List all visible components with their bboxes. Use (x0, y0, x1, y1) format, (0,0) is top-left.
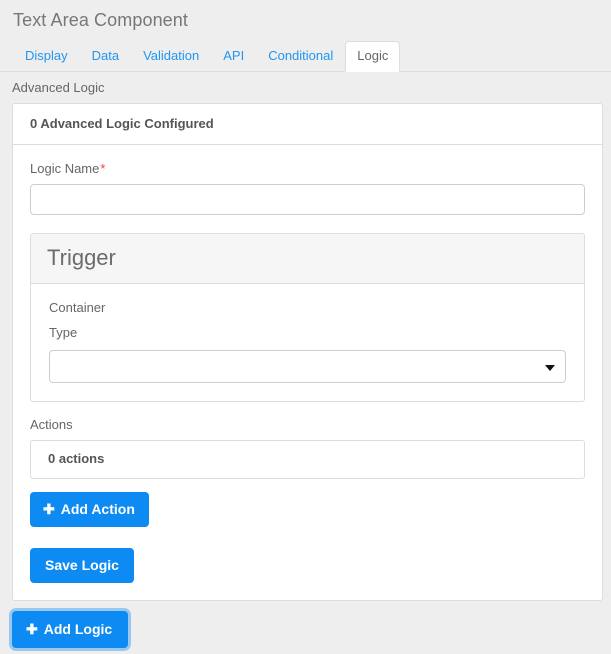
page-title: Text Area Component (13, 10, 189, 30)
trigger-type-label-group: Container Type (49, 300, 566, 341)
actions-count-box: 0 actions (30, 440, 585, 479)
add-action-button-label: Add Action (60, 501, 135, 517)
actions-label: Actions (30, 417, 73, 432)
trigger-panel-body: Container Type (31, 284, 584, 401)
add-action-button[interactable]: ✚ Add Action (30, 492, 149, 527)
tab-api[interactable]: API (211, 41, 256, 72)
add-logic-button-label: Add Logic (43, 621, 113, 637)
component-settings-page: Text Area Component Display Data Validat… (0, 0, 611, 654)
add-logic-button[interactable]: ✚ Add Logic (12, 611, 129, 648)
trigger-type-select-wrap (49, 350, 566, 383)
logic-name-input[interactable] (30, 184, 585, 215)
tab-data[interactable]: Data (80, 41, 131, 72)
logic-name-label-text: Logic Name (30, 161, 100, 176)
logic-name-label: Logic Name* (30, 161, 585, 177)
trigger-panel-title: Trigger (47, 245, 116, 270)
required-asterisk: * (100, 161, 106, 176)
advanced-logic-card-body: Logic Name* Trigger Container Type Actio… (13, 145, 602, 600)
plus-icon: ✚ (43, 501, 55, 517)
add-logic-row: ✚ Add Logic (0, 601, 611, 648)
advanced-logic-card-header: 0 Advanced Logic Configured (13, 104, 602, 145)
plus-icon: ✚ (26, 621, 38, 637)
advanced-logic-card: 0 Advanced Logic Configured Logic Name* … (12, 103, 603, 601)
trigger-type-label: Type (49, 325, 78, 340)
trigger-panel-header: Trigger (31, 234, 584, 284)
settings-tabs: Display Data Validation API Conditional … (0, 41, 611, 72)
save-logic-button[interactable]: Save Logic (30, 548, 134, 583)
trigger-container-label: Container (49, 300, 106, 315)
advanced-logic-section-label: Advanced Logic (12, 80, 105, 95)
tab-logic[interactable]: Logic (345, 41, 401, 72)
trigger-panel: Trigger Container Type (30, 233, 585, 402)
save-logic-button-label: Save Logic (45, 557, 119, 573)
tab-validation[interactable]: Validation (131, 41, 211, 72)
tab-conditional[interactable]: Conditional (256, 41, 345, 72)
tab-display[interactable]: Display (13, 41, 80, 72)
save-logic-row: Save Logic (30, 527, 585, 583)
trigger-type-select[interactable] (49, 350, 566, 383)
